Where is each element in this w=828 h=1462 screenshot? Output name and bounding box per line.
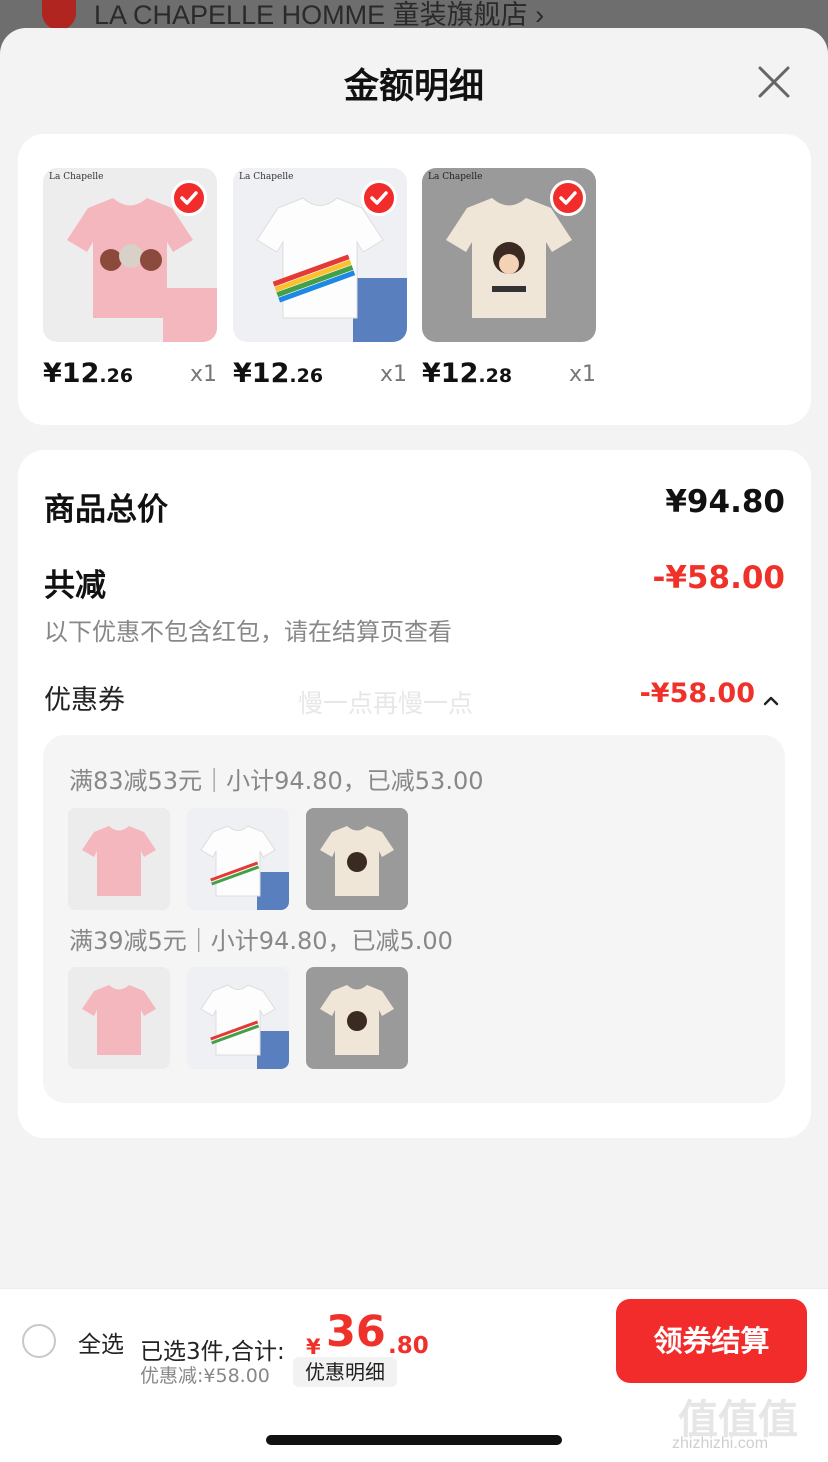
coupon-rule-products (68, 967, 408, 1069)
product-thumbnail (306, 967, 408, 1069)
total-price-label: 商品总价 (44, 492, 168, 528)
product-brand: La Chapelle (428, 172, 483, 182)
product-item[interactable]: La Chapelle ¥12.28 x1 (422, 168, 596, 389)
coupon-value[interactable]: -¥58.00 (640, 678, 755, 709)
select-all-radio[interactable] (22, 1324, 56, 1358)
select-all-label[interactable]: 全选 (78, 1325, 124, 1359)
coupon-label: 优惠券 (44, 685, 125, 716)
product-item[interactable]: La Chapelle ¥12.26 x1 (233, 168, 407, 389)
total-amount-decimal: .80 (388, 1333, 429, 1359)
total-amount-integer: 36 (326, 1307, 386, 1357)
product-price: ¥12.28 (422, 358, 513, 389)
product-brand: La Chapelle (239, 172, 294, 182)
product-brand: La Chapelle (49, 172, 104, 182)
store-title: LA CHAPELLE HOMME 童装旗舰店 › (94, 0, 545, 30)
product-quantity: x1 (379, 362, 407, 387)
coupon-rule: 满83减53元｜小计94.80，已减53.00 (69, 767, 484, 795)
product-quantity: x1 (189, 362, 217, 387)
home-indicator[interactable] (266, 1435, 562, 1445)
discount-total-label: 共减 (44, 568, 106, 604)
checked-icon[interactable] (171, 180, 207, 216)
total-currency: ¥ (306, 1335, 321, 1359)
product-image[interactable]: La Chapelle (233, 168, 407, 342)
coupon-rule-products (68, 808, 408, 910)
product-thumbnail (187, 967, 289, 1069)
product-quantity: x1 (568, 362, 596, 387)
coupon-rule: 满39减5元｜小计94.80，已减5.00 (69, 927, 453, 955)
product-item[interactable]: La Chapelle ¥12.26 x1 (43, 168, 217, 389)
product-thumbnail (187, 808, 289, 910)
watermark-text: 慢一点再慢一点 (298, 689, 474, 718)
sheet-title: 金额明细 (343, 67, 484, 107)
site-watermark-url: zhizhizhi.com (672, 1435, 769, 1452)
product-price: ¥12.26 (233, 358, 324, 389)
chevron-up-icon[interactable] (763, 696, 779, 706)
price-breakdown-card: 商品总价 ¥94.80 共减 -¥58.00 以下优惠不包含红包，请在结算页查看… (18, 450, 811, 1138)
product-price: ¥12.26 (43, 358, 134, 389)
product-image[interactable]: La Chapelle (43, 168, 217, 342)
store-badge-icon (42, 0, 76, 30)
selected-products-card: La Chapelle ¥12.26 x1 La Chapelle ¥12.26… (18, 134, 811, 425)
amount-detail-sheet: 金额明细 La Chapelle ¥12.26 x1 La Chapelle ¥… (0, 28, 828, 1462)
close-icon[interactable] (754, 62, 794, 102)
total-price-value: ¥94.80 (665, 484, 785, 520)
checkout-button[interactable]: 领券结算 (616, 1299, 807, 1383)
checkout-bar: 全选 已选3件,合计: ¥ 36 .80 优惠减:¥58.00 优惠明细 领券结… (0, 1288, 828, 1462)
product-thumbnail (306, 808, 408, 910)
discount-summary: 优惠减:¥58.00 (140, 1365, 270, 1387)
product-image[interactable]: La Chapelle (422, 168, 596, 342)
discount-total-value: -¥58.00 (652, 560, 786, 596)
discount-detail-button[interactable]: 优惠明细 (293, 1357, 397, 1387)
product-thumbnail (68, 967, 170, 1069)
checked-icon[interactable] (361, 180, 397, 216)
product-thumbnail (68, 808, 170, 910)
discount-note: 以下优惠不包含红包，请在结算页查看 (44, 618, 452, 646)
checked-icon[interactable] (550, 180, 586, 216)
coupon-detail-box: 满83减53元｜小计94.80，已减53.00 满39减5元｜小计94.80，已… (43, 735, 785, 1103)
